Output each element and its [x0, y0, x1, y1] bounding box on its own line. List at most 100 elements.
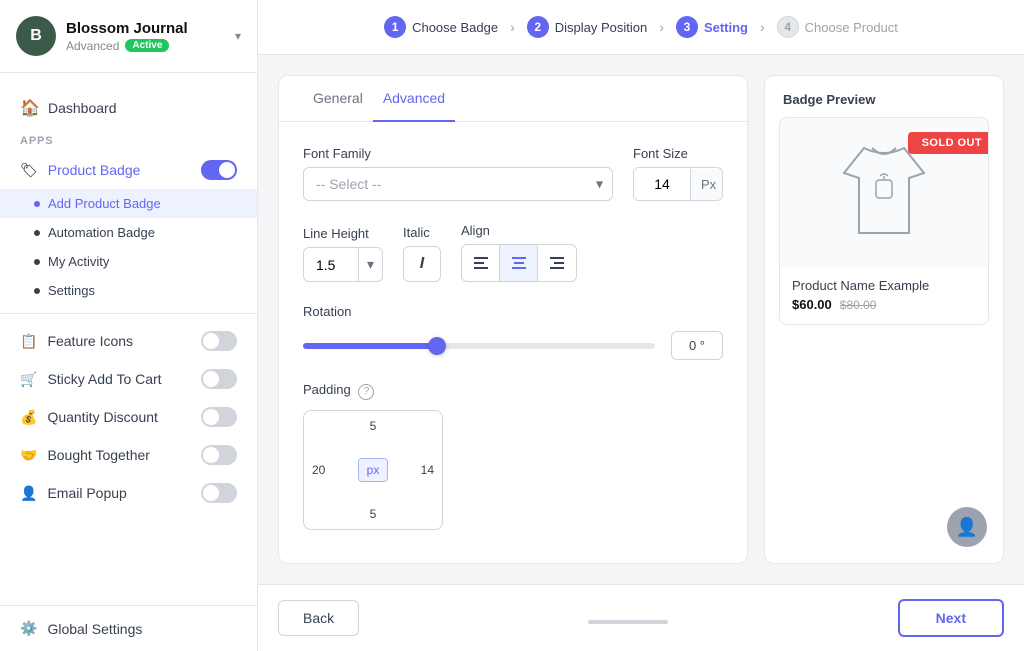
subnav-automation-badge[interactable]: Automation Badge — [0, 218, 257, 247]
padding-help-icon[interactable]: ? — [358, 384, 374, 400]
subnav-my-activity[interactable]: My Activity — [0, 247, 257, 276]
sticky-add-icon: 🛒 — [20, 371, 37, 388]
rotation-row: 0 ° — [303, 331, 723, 360]
sidebar-item-dashboard[interactable]: 🏠 Dashboard — [0, 89, 257, 127]
bought-together-label: Bought Together — [47, 447, 191, 463]
next-button[interactable]: Next — [898, 599, 1004, 637]
form-panel: General Advanced Font Family -- Select -… — [278, 75, 748, 564]
padding-left-value: 20 — [312, 463, 325, 477]
sticky-add-label: Sticky Add To Cart — [47, 371, 191, 387]
product-badge-toggle[interactable] — [201, 160, 237, 180]
shop-plan: Advanced — [66, 39, 119, 53]
feature-icons-toggle[interactable] — [201, 331, 237, 351]
wizard-step-4: 4 Choose Product — [777, 16, 898, 38]
rotation-slider[interactable] — [303, 343, 655, 349]
padding-top-value: 5 — [370, 419, 377, 433]
preview-panel: Badge Preview SOLD OUT Product Name Exam… — [764, 75, 1004, 564]
tab-advanced[interactable]: Advanced — [373, 76, 455, 122]
preview-price: $60.00 $80.00 — [792, 297, 976, 312]
shop-status-badge: Active — [125, 39, 169, 52]
sidebar-item-quantity-discount[interactable]: 💰 Quantity Discount — [0, 398, 257, 436]
subnav-add-product-badge[interactable]: Add Product Badge — [0, 189, 257, 218]
align-right-button[interactable] — [538, 245, 576, 281]
sidebar-nav: 🏠 Dashboard APPS 🏷 Product Badge Add Pro… — [0, 73, 257, 605]
bought-together-icon: 🤝 — [20, 447, 37, 464]
preview-info: Product Name Example $60.00 $80.00 — [780, 268, 988, 324]
quantity-discount-icon: 💰 — [20, 409, 37, 426]
line-height-wrap: 1.5 ▾ — [303, 247, 383, 282]
shop-name: Blossom Journal — [66, 20, 225, 37]
rotation-fill — [303, 343, 437, 349]
tab-bar: General Advanced — [279, 76, 747, 122]
line-height-label: Line Height — [303, 226, 383, 241]
shop-info: Blossom Journal Advanced Active — [66, 20, 225, 53]
sidebar-header: B Blossom Journal Advanced Active ▾ — [0, 0, 257, 73]
step-3-label: Setting — [704, 20, 748, 35]
subnav-dot — [34, 288, 40, 294]
content-area: General Advanced Font Family -- Select -… — [258, 55, 1024, 584]
step-arrow-3: › — [760, 19, 765, 35]
sold-out-badge: SOLD OUT — [908, 132, 989, 154]
font-size-group: Font Size Px — [633, 146, 723, 201]
apps-section-label: APPS — [0, 127, 257, 151]
padding-bottom-value: 5 — [370, 507, 377, 521]
form-body: Font Family -- Select -- ▾ Font Size P — [279, 122, 747, 563]
sticky-add-toggle[interactable] — [201, 369, 237, 389]
font-family-select[interactable]: -- Select -- — [303, 167, 613, 201]
line-height-value: 1.5 — [304, 249, 358, 281]
padding-section: Padding ? 5 20 px 14 5 — [303, 382, 723, 530]
main-content: 1 Choose Badge › 2 Display Position › 3 … — [258, 0, 1024, 651]
line-height-group: Line Height 1.5 ▾ — [303, 226, 383, 282]
global-settings-item[interactable]: ⚙️ Global Settings — [0, 605, 257, 651]
italic-button[interactable]: I — [403, 246, 441, 282]
align-buttons — [461, 244, 577, 282]
quantity-discount-toggle[interactable] — [201, 407, 237, 427]
email-popup-toggle[interactable] — [201, 483, 237, 503]
align-center-button[interactable] — [500, 245, 538, 281]
scrollbar-hint — [588, 620, 668, 624]
shop-meta: Advanced Active — [66, 39, 225, 53]
wizard-bar: 1 Choose Badge › 2 Display Position › 3 … — [258, 0, 1024, 55]
chat-bubble[interactable]: 👤 — [947, 507, 987, 547]
automation-badge-label: Automation Badge — [48, 225, 155, 240]
nav-divider — [0, 313, 257, 314]
avatar: B — [16, 16, 56, 56]
dashboard-label: Dashboard — [48, 100, 117, 116]
sidebar-item-bought-together[interactable]: 🤝 Bought Together — [0, 436, 257, 474]
preview-product-name: Product Name Example — [792, 278, 976, 293]
sidebar-item-product-badge[interactable]: 🏷 Product Badge — [0, 151, 257, 189]
font-row: Font Family -- Select -- ▾ Font Size P — [303, 146, 723, 201]
sidebar-item-sticky-add-to-cart[interactable]: 🛒 Sticky Add To Cart — [0, 360, 257, 398]
preview-card: SOLD OUT Product Name Example $60.00 $80… — [779, 117, 989, 325]
align-left-button[interactable] — [462, 245, 500, 281]
chevron-down-icon[interactable]: ▾ — [235, 29, 241, 43]
product-badge-subnav: Add Product Badge Automation Badge My Ac… — [0, 189, 257, 305]
padding-box: 5 20 px 14 5 — [303, 410, 443, 530]
tab-general[interactable]: General — [303, 76, 373, 122]
line-height-chevron-icon[interactable]: ▾ — [358, 248, 382, 281]
font-family-label: Font Family — [303, 146, 613, 161]
padding-label: Padding ? — [303, 382, 723, 400]
home-icon: 🏠 — [20, 98, 38, 118]
sidebar-item-feature-icons[interactable]: 📋 Feature Icons — [0, 322, 257, 360]
settings-label: Settings — [48, 283, 95, 298]
wizard-step-2: 2 Display Position — [527, 16, 648, 38]
global-settings-icon: ⚙️ — [20, 620, 37, 637]
back-button[interactable]: Back — [278, 600, 359, 636]
step-2-label: Display Position — [555, 20, 648, 35]
price-current: $60.00 — [792, 297, 832, 312]
my-activity-label: My Activity — [48, 254, 109, 269]
bought-together-toggle[interactable] — [201, 445, 237, 465]
font-size-label: Font Size — [633, 146, 723, 161]
style-row: Line Height 1.5 ▾ Italic I Align — [303, 223, 723, 282]
rotation-thumb[interactable] — [428, 337, 446, 355]
subnav-settings[interactable]: Settings — [0, 276, 257, 305]
step-4-num: 4 — [777, 16, 799, 38]
font-size-input[interactable] — [634, 168, 690, 200]
sidebar-item-email-popup[interactable]: 👤 Email Popup — [0, 474, 257, 512]
font-size-wrap: Px — [633, 167, 723, 201]
padding-right-value: 14 — [421, 463, 434, 477]
preview-header: Badge Preview — [765, 76, 1003, 117]
price-original: $80.00 — [840, 298, 877, 312]
bottom-bar: Back Next — [258, 584, 1024, 651]
